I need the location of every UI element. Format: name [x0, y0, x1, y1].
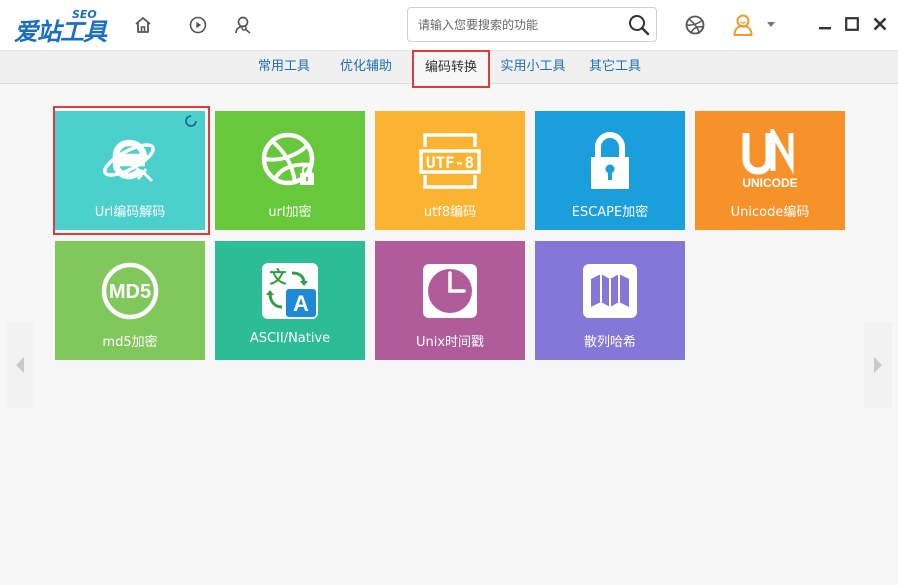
- tile-utf8[interactable]: UTF-8 utf8编码: [375, 111, 525, 230]
- svg-text:A: A: [293, 291, 309, 316]
- tile-label: utf8编码: [423, 205, 477, 220]
- home-icon[interactable]: [130, 12, 156, 38]
- tile-hash[interactable]: 散列哈希: [535, 241, 685, 360]
- lock-icon: [535, 129, 685, 193]
- svg-text:UNICODE: UNICODE: [742, 176, 797, 190]
- maximize-button[interactable]: [840, 12, 864, 36]
- unicode-icon: UNICODE: [695, 129, 845, 193]
- search-box: [407, 7, 657, 42]
- dribbble-icon[interactable]: [682, 12, 708, 38]
- tile-unix-timestamp[interactable]: Unix时间戳: [375, 241, 525, 360]
- tile-label: url加密: [268, 205, 312, 220]
- tab-optimization[interactable]: 优化辅助: [334, 51, 398, 84]
- minimize-button[interactable]: [813, 12, 837, 36]
- clock-icon: [375, 259, 525, 323]
- tile-label: ASCII/Native: [249, 331, 331, 346]
- tab-other-tools[interactable]: 其它工具: [584, 51, 646, 84]
- chevron-down-icon[interactable]: [763, 12, 779, 38]
- close-button[interactable]: [868, 12, 892, 36]
- prev-page-arrow-icon[interactable]: [6, 322, 34, 408]
- md5-icon: MD5: [55, 259, 205, 323]
- tile-label: Unix时间戳: [415, 335, 485, 350]
- tile-label: Unicode编码: [730, 205, 810, 220]
- app-logo[interactable]: 爱站工具包 SEO: [14, 8, 114, 81]
- tile-ascii-native[interactable]: 文 A ASCII/Native: [215, 241, 365, 360]
- tile-unicode[interactable]: UNICODE Unicode编码: [695, 111, 845, 230]
- utf8-icon: UTF-8: [375, 129, 525, 193]
- play-icon[interactable]: [185, 12, 211, 38]
- tile-md5[interactable]: MD5 md5加密: [55, 241, 205, 360]
- avatar-icon[interactable]: [730, 12, 756, 38]
- svg-text:文: 文: [270, 267, 288, 288]
- selected-tile-highlight: [53, 106, 210, 235]
- next-page-arrow-icon[interactable]: [864, 322, 892, 408]
- logo-seo-text: SEO: [72, 8, 97, 21]
- title-bar: 爱站工具包 SEO: [0, 0, 898, 81]
- category-tabs: 常用工具 优化辅助 编码转换 实用小工具 其它工具: [0, 50, 898, 88]
- svg-text:UTF-8: UTF-8: [426, 153, 474, 172]
- tile-escape[interactable]: ESCAPE加密: [535, 111, 685, 230]
- tile-url-encrypt[interactable]: url加密: [215, 111, 365, 230]
- map-icon: [535, 259, 685, 323]
- user-search-icon[interactable]: [229, 12, 255, 38]
- tab-encoding[interactable]: 编码转换: [412, 50, 490, 88]
- translate-icon: 文 A: [215, 259, 365, 323]
- tile-label: md5加密: [102, 335, 158, 350]
- tab-utilities[interactable]: 实用小工具: [496, 51, 570, 84]
- tile-label: ESCAPE加密: [571, 205, 649, 220]
- tab-common-tools[interactable]: 常用工具: [252, 51, 316, 84]
- dribbble-lock-icon: [215, 129, 365, 193]
- tile-label: 散列哈希: [583, 335, 636, 350]
- svg-text:MD5: MD5: [109, 281, 151, 303]
- search-input[interactable]: [418, 8, 628, 41]
- search-icon[interactable]: [626, 12, 652, 38]
